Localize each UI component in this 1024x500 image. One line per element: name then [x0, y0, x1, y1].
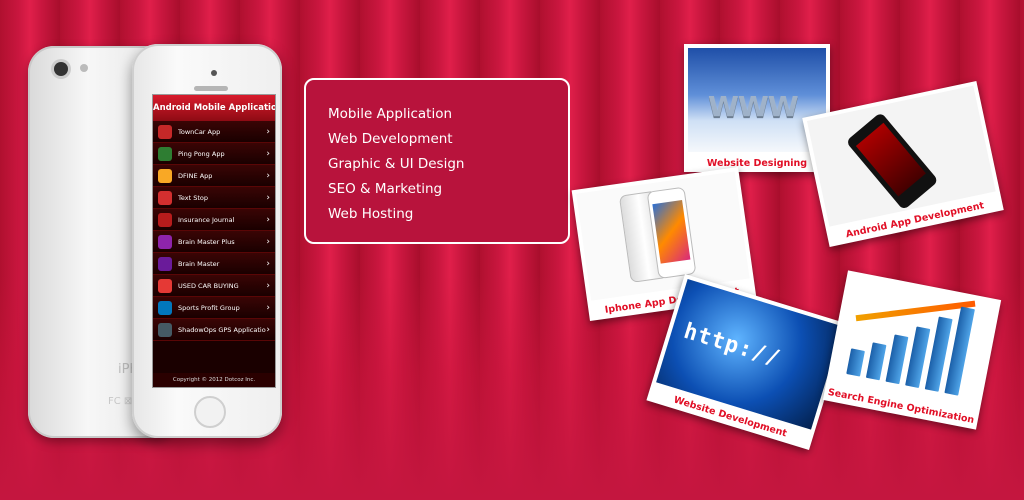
chevron-right-icon: ›	[266, 324, 270, 335]
seo-card: Search Engine Optimization	[822, 270, 1002, 430]
app-label: Ping Pong App	[178, 149, 225, 158]
app-label: ShadowOps GPS Application	[178, 325, 267, 334]
iphone-image	[576, 171, 750, 301]
app-icon	[158, 212, 172, 227]
www-text: WWW	[708, 90, 799, 123]
app-label: Brain Master Plus	[178, 237, 235, 246]
app-footer: Copyright © 2012 Dotcoz Inc.	[153, 373, 275, 387]
growth-chart-image	[830, 275, 997, 410]
app-header: Android Mobile Application	[153, 95, 275, 121]
service-item: SEO & Marketing	[328, 181, 443, 197]
app-icon	[158, 146, 172, 161]
service-item: Web Hosting	[328, 206, 414, 222]
chart-bar	[865, 342, 887, 381]
chevron-right-icon: ›	[266, 214, 270, 225]
chevron-right-icon: ›	[266, 148, 270, 159]
service-item: Web Development	[328, 131, 453, 147]
app-list: TownCar App › Ping Pong App › DFINE App › Text…	[153, 121, 275, 341]
service-item: Graphic & UI Design	[328, 156, 465, 172]
app-icon	[158, 168, 172, 183]
chevron-right-icon: ›	[266, 170, 270, 181]
home-button	[194, 396, 226, 428]
front-camera-icon	[211, 70, 217, 76]
app-label: TownCar App	[178, 127, 221, 136]
app-list-item: ShadowOps GPS Application ›	[153, 319, 275, 341]
app-list-item: Text Stop ›	[153, 187, 275, 209]
app-icon	[158, 300, 172, 315]
chevron-right-icon: ›	[266, 192, 270, 203]
speaker-grille	[194, 86, 228, 91]
app-label: DFINE App	[178, 171, 213, 180]
website-designing-card: WWW Website Designing	[684, 44, 830, 172]
app-list-item: Brain Master Plus ›	[153, 231, 275, 253]
iphone-front-image: Android Mobile Application TownCar App › P…	[132, 44, 282, 438]
app-list-item: Insurance Journal ›	[153, 209, 275, 231]
card-caption: Website Designing	[706, 158, 808, 169]
app-label: Sports Profit Group	[178, 303, 240, 312]
chevron-right-icon: ›	[266, 280, 270, 291]
chart-bar	[885, 334, 909, 385]
service-item: Mobile Application	[328, 106, 453, 122]
android-app-card: Android App Development	[802, 80, 1004, 248]
rear-camera-icon	[54, 62, 68, 76]
phone-device-icon	[845, 111, 939, 211]
app-list-item: Sports Profit Group ›	[153, 297, 275, 319]
chevron-right-icon: ›	[266, 258, 270, 269]
app-icon	[158, 322, 172, 337]
app-icon	[158, 190, 172, 205]
app-list-item: Ping Pong App ›	[153, 143, 275, 165]
chart-bar	[846, 348, 865, 377]
chevron-right-icon: ›	[266, 126, 270, 137]
website-development-card: http:// Website Development	[646, 274, 848, 450]
chevron-right-icon: ›	[266, 302, 270, 313]
promo-banner: iPhone FC ⊠ CE Android Mobile Applicatio…	[0, 0, 1024, 500]
app-icon	[158, 278, 172, 293]
phone-screen: Android Mobile Application TownCar App › P…	[152, 94, 276, 388]
app-label: Brain Master	[178, 259, 220, 268]
app-label: Insurance Journal	[178, 215, 235, 224]
app-list-item: Brain Master ›	[153, 253, 275, 275]
app-list-item: USED CAR BUYING ›	[153, 275, 275, 297]
flash-icon	[80, 64, 88, 72]
chevron-right-icon: ›	[266, 236, 270, 247]
services-box: Mobile Application Web Development Graph…	[304, 78, 570, 244]
app-icon	[158, 234, 172, 249]
http-text: http://	[680, 318, 784, 372]
app-list-item: DFINE App ›	[153, 165, 275, 187]
app-label: Text Stop	[178, 193, 208, 202]
app-icon	[158, 256, 172, 271]
app-list-item: TownCar App ›	[153, 121, 275, 143]
app-label: USED CAR BUYING	[178, 281, 239, 290]
growth-arrow-icon	[855, 300, 976, 322]
app-icon	[158, 124, 172, 139]
